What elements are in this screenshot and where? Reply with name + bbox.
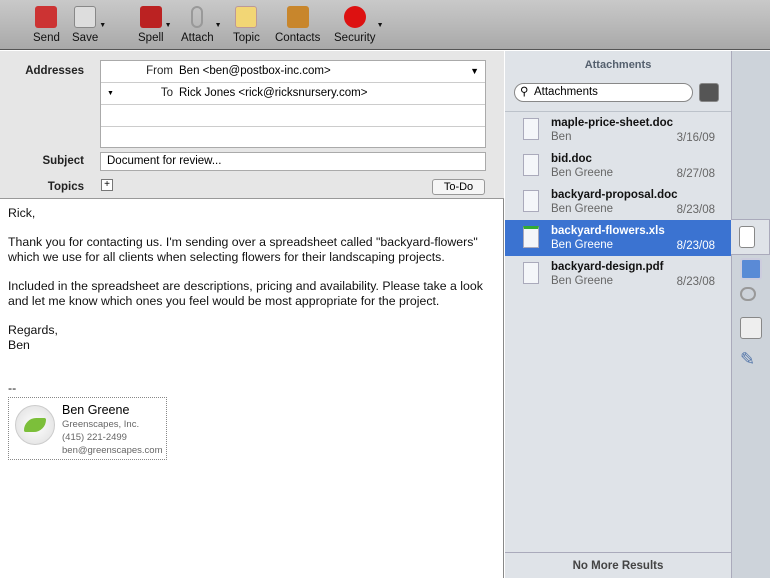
security-icon [343, 6, 366, 28]
contacts-card-icon[interactable] [740, 317, 762, 339]
to-row[interactable]: ▼ To Rick Jones <rick@ricksnursery.com> [101, 83, 485, 105]
address-row-empty[interactable] [101, 127, 485, 149]
signature-card: Ben Greene Greenscapes, Inc. (415) 221-2… [8, 397, 167, 460]
attachment-item[interactable]: backyard-design.pdf Ben Greene 8/23/08 [505, 256, 731, 292]
attachments-search-input[interactable]: ⚲ Attachments [514, 83, 693, 102]
subject-label: Subject [42, 155, 84, 167]
from-select[interactable]: Ben <ben@postbox-inc.com> [179, 61, 331, 82]
links-icon[interactable] [740, 287, 756, 301]
doc-file-icon [523, 118, 539, 140]
doc-file-icon [523, 154, 539, 176]
contacts-icon [286, 6, 309, 28]
pdf-file-icon [523, 262, 539, 284]
contacts-button[interactable]: Contacts [275, 6, 320, 44]
search-options-button[interactable] [699, 83, 719, 102]
closing: Regards, [8, 323, 58, 337]
search-icon: ⚲ [520, 86, 529, 98]
paperclip-icon [191, 6, 204, 28]
topics-label: Topics [47, 181, 84, 193]
to-field[interactable]: Rick Jones <rick@ricksnursery.com> [179, 83, 367, 104]
send-icon [35, 6, 58, 28]
attachments-panel: Attachments ⚲ Attachments maple-price-she… [505, 51, 731, 578]
paragraph: Included in the spreadsheet are descript… [8, 279, 483, 308]
add-topic-icon[interactable]: + [101, 179, 113, 191]
panel-title: Attachments [584, 59, 652, 71]
message-header: Addresses From Ben <ben@postbox-inc.com> ▼… [0, 51, 504, 199]
subject-input[interactable]: Document for review... [100, 152, 486, 171]
from-row[interactable]: From Ben <ben@postbox-inc.com> ▼ [101, 61, 485, 83]
spell-button[interactable]: Spell ▼ [138, 6, 172, 44]
paragraph: Thank you for contacting us. I'm sending… [8, 235, 478, 264]
addresses-label: Addresses [25, 65, 84, 77]
side-tabs: ✎ [731, 51, 770, 578]
attach-button[interactable]: Attach ▼ [181, 6, 222, 44]
spell-icon [139, 6, 162, 28]
tab-attachments[interactable] [731, 219, 770, 255]
address-list: From Ben <ben@postbox-inc.com> ▼ ▼ To Rick J… [100, 60, 486, 148]
topic-button[interactable]: Topic [233, 6, 260, 44]
message-body[interactable]: Rick, Thank you for contacting us. I'm s… [0, 200, 504, 402]
signature-company: Greenscapes, Inc. [62, 419, 140, 430]
greeting: Rick, [8, 206, 36, 220]
images-icon[interactable] [740, 258, 762, 280]
security-button[interactable]: Security ▼ [334, 6, 384, 44]
signature-name: Ben Greene [62, 403, 130, 417]
attachment-list: maple-price-sheet.doc Ben 3/16/09 bid.doc B… [505, 111, 731, 292]
toolbar: Send Save ▼ Spell ▼ Attach ▼ Topic Contacts… [0, 0, 770, 50]
results-footer: No More Results [505, 552, 731, 578]
save-icon [74, 6, 97, 28]
attachment-item[interactable]: maple-price-sheet.doc Ben 3/16/09 [505, 112, 731, 148]
doc-file-icon [523, 190, 539, 212]
save-button[interactable]: Save ▼ [72, 6, 106, 44]
attachment-item-selected[interactable]: backyard-flowers.xls Ben Greene 8/23/08 [505, 220, 731, 256]
compose-pane: Addresses From Ben <ben@postbox-inc.com> ▼… [0, 51, 504, 578]
signature-separator: -- [8, 381, 17, 395]
leaf-logo-icon [15, 405, 55, 445]
address-row-empty[interactable] [101, 105, 485, 127]
attachment-item[interactable]: backyard-proposal.doc Ben Greene 8/23/08 [505, 184, 731, 220]
signature-email: ben@greenscapes.com [62, 445, 163, 456]
topic-icon [235, 6, 258, 28]
attachment-item[interactable]: bid.doc Ben Greene 8/27/08 [505, 148, 731, 184]
xls-file-icon [523, 226, 539, 248]
signature-phone: (415) 221-2499 [62, 432, 127, 443]
sender-name: Ben [8, 338, 30, 352]
documents-icon [739, 226, 755, 248]
send-button[interactable]: Send [33, 6, 60, 44]
chevron-down-icon[interactable]: ▼ [470, 61, 479, 82]
todo-button[interactable]: To-Do [432, 179, 485, 195]
quill-icon[interactable]: ✎ [740, 349, 762, 371]
